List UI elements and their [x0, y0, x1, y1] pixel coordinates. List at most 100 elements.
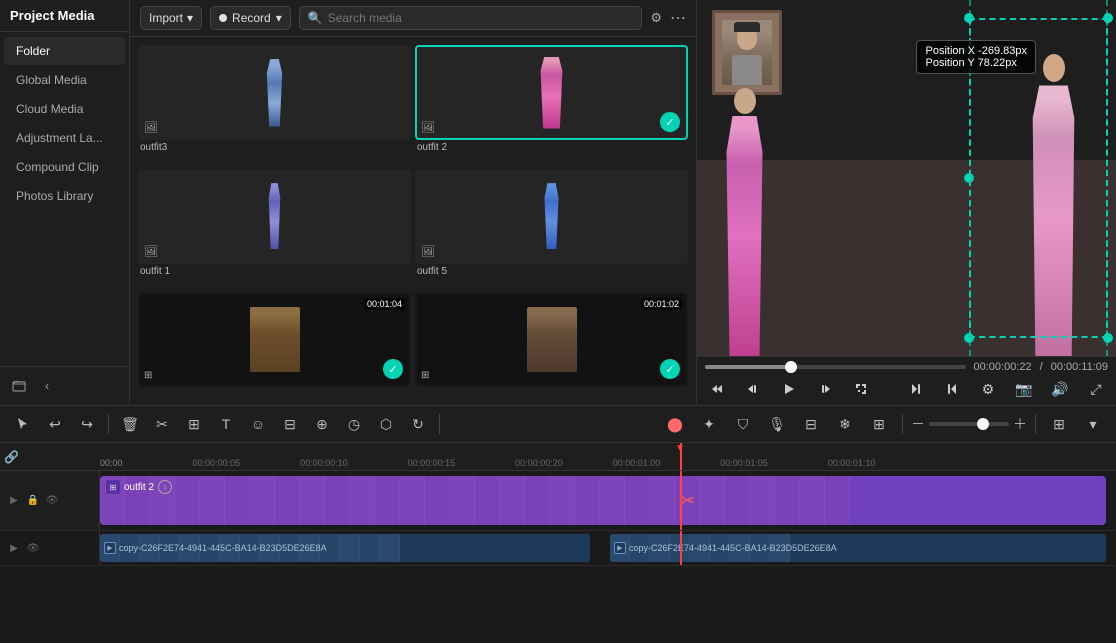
snowflake-button[interactable]: ❄ [830, 410, 860, 438]
more-icon[interactable]: ⋯ [670, 8, 686, 28]
shape-button[interactable]: ⬡ [371, 410, 401, 438]
clip-info-icon[interactable]: i [158, 480, 172, 494]
play-button[interactable] [777, 377, 801, 401]
rewind-button[interactable] [705, 377, 729, 401]
redo-button[interactable]: ↪ [72, 410, 102, 438]
fullscreen-button[interactable] [849, 377, 873, 401]
sidebar-nav: Folder Global Media Cloud Media Adjustme… [0, 32, 129, 366]
time-bar: 00:00:00:22 / 00:00:11:09 [705, 361, 1108, 373]
search-box[interactable]: 🔍 [299, 6, 643, 30]
compound-icon: ⊞ [144, 370, 152, 381]
zoom-in-button[interactable]: ＋ [1013, 414, 1027, 434]
preview-video: Position X -269.83px Position Y 78.22px [697, 0, 1116, 356]
track2-play-button[interactable]: ▶ [6, 540, 22, 556]
media-toolbar: Import ▾ Record ▾ 🔍 ⚙ ⋯ [130, 0, 696, 37]
media-area: Import ▾ Record ▾ 🔍 ⚙ ⋯ [130, 0, 696, 405]
media-thumb: 🖼 [415, 169, 688, 264]
grid-view-button[interactable]: ⊞ [1044, 410, 1074, 438]
chevron-left-icon[interactable]: ‹ [36, 375, 58, 397]
track-content-2: ▶ copy-C26F2E74-4941-445C-BA14-B23D5DE26… [100, 531, 1116, 565]
toolbar-right: ⬤ ✦ ⛉ 🎙 ⊟ ❄ ⊞ － ＋ ⊞ ▾ [660, 410, 1108, 438]
select-tool-button[interactable] [8, 410, 38, 438]
import-chevron-icon: ▾ [187, 11, 193, 25]
toolbar-divider4 [1035, 414, 1036, 434]
check-icon: ✓ [660, 112, 680, 132]
timer-button[interactable]: ◷ [339, 410, 369, 438]
sticker-button[interactable]: ⊟ [275, 410, 305, 438]
transform-button[interactable]: ⤢ [1084, 377, 1108, 401]
scissors-icon: ✂ [680, 490, 695, 511]
mark-in-button[interactable] [904, 377, 928, 401]
zoom-out-button[interactable]: － [911, 414, 925, 434]
track-clip[interactable]: ⊞ outfit 2 i ✂ [100, 476, 1106, 525]
step-forward-button[interactable] [813, 377, 837, 401]
track-row: ▶ 👁 [0, 531, 1116, 566]
record-dot-icon [219, 14, 227, 22]
record-button[interactable]: Record ▾ [210, 6, 291, 30]
delete-button[interactable]: 🗑 [115, 410, 145, 438]
audio-track-button[interactable]: 🎙 [762, 410, 792, 438]
track-lock-button[interactable]: 🔒 [25, 493, 41, 509]
zoom-slider[interactable] [929, 422, 1009, 426]
new-folder-icon[interactable] [8, 375, 30, 397]
outfit2-preview [417, 47, 686, 138]
playhead[interactable]: ▼ [680, 443, 682, 470]
list-item[interactable]: 00:01:04 ⊞ ✓ [138, 292, 411, 397]
circle-tool-button[interactable]: ⬤ [660, 410, 690, 438]
settings-button[interactable]: ⚙ [976, 377, 1000, 401]
mask-button[interactable]: ⛉ [728, 410, 758, 438]
sidebar-item-folder[interactable]: Folder [4, 37, 125, 65]
outfit3-preview [140, 47, 409, 138]
filter-icon[interactable]: ⚙ [650, 10, 662, 26]
search-input[interactable] [328, 11, 634, 25]
zoom-control: － ＋ [911, 414, 1027, 434]
link-icon[interactable]: 🔗 [4, 450, 19, 464]
sidebar-item-photos[interactable]: Photos Library [4, 182, 125, 210]
expand-button[interactable]: ▾ [1078, 410, 1108, 438]
copy-clip-1[interactable]: ▶ copy-C26F2E74-4941-445C-BA14-B23D5DE26… [100, 534, 590, 562]
preview-area: Position X -269.83px Position Y 78.22px … [696, 0, 1116, 405]
sidebar-item-global-media[interactable]: Global Media [4, 66, 125, 94]
list-item[interactable]: 🖼 outfit 1 [138, 169, 411, 289]
progress-track[interactable] [705, 365, 966, 369]
sidebar-item-adjustment[interactable]: Adjustment La... [4, 124, 125, 152]
edit-toolbar: ↩ ↪ 🗑 ✂ ⊞ T ☺ ⊟ ⊕ ◷ ⬡ ↻ ⬤ ✦ ⛉ 🎙 ⊟ ❄ ⊞ － [0, 405, 1116, 443]
overlay-button[interactable]: ⊕ [307, 410, 337, 438]
copy-clip-2[interactable]: ▶ copy-C26F2E74-4941-445C-BA14-B23D5DE26… [610, 534, 1106, 562]
timeline-area: 🔗 00:00 00:00:00:05 00:00:00:10 00:00:00… [0, 443, 1116, 643]
media-item-label: outfit 5 [415, 264, 688, 279]
import-button[interactable]: Import ▾ [140, 6, 202, 30]
list-item[interactable]: 00:01:02 ⊞ ✓ [415, 292, 688, 397]
track-eye-button[interactable]: 👁 [44, 493, 60, 509]
current-time: 00:00:00:22 [974, 361, 1032, 373]
emoji-button[interactable]: ☺ [243, 410, 273, 438]
sidebar-item-compound-clip[interactable]: Compound Clip [4, 153, 125, 181]
crop-button[interactable]: ⊞ [179, 410, 209, 438]
text-button[interactable]: T [211, 410, 241, 438]
list-item[interactable]: 🖼 outfit 5 [415, 169, 688, 289]
media-item-label: outfit3 [138, 140, 411, 155]
brightness-button[interactable]: ✦ [694, 410, 724, 438]
rotate-button[interactable]: ↻ [403, 410, 433, 438]
track-mute-button[interactable]: ▶ [6, 493, 22, 509]
toolbar-divider3 [902, 414, 903, 434]
media-thumb: 🖼 [138, 45, 411, 140]
caption-button[interactable]: ⊟ [796, 410, 826, 438]
audio-button[interactable]: 🔊 [1048, 377, 1072, 401]
list-item[interactable]: 🖼 outfit3 [138, 45, 411, 165]
mark-out-button[interactable] [940, 377, 964, 401]
zoom-thumb [977, 418, 989, 430]
time-separator: / [1040, 361, 1043, 373]
copy-clip-label-2: copy-C26F2E74-4941-445C-BA14-B23D5DE26E8… [629, 543, 837, 553]
step-back-button[interactable] [741, 377, 765, 401]
undo-button[interactable]: ↩ [40, 410, 70, 438]
cut-button[interactable]: ✂ [147, 410, 177, 438]
pip-button[interactable]: ⊞ [864, 410, 894, 438]
list-item[interactable]: 🖼 ✓ outfit 2 [415, 45, 688, 165]
media-item-label: outfit 2 [415, 140, 688, 155]
camera-button[interactable]: 📷 [1012, 377, 1036, 401]
sidebar-item-cloud-media[interactable]: Cloud Media [4, 95, 125, 123]
track2-eye-button[interactable]: 👁 [25, 540, 41, 556]
track-playhead [680, 471, 682, 530]
toolbar-divider [108, 414, 109, 434]
